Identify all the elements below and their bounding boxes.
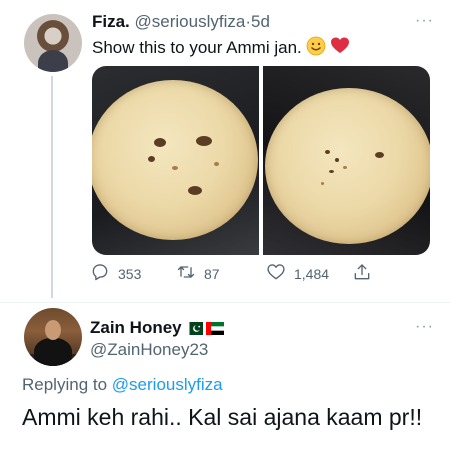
burn-spot — [214, 162, 219, 166]
like-button[interactable]: 1,484 — [266, 262, 329, 285]
burn-spot — [188, 186, 202, 195]
avatar[interactable] — [24, 14, 82, 72]
roti-photo-right[interactable] — [263, 66, 430, 255]
reply-count: 353 — [118, 265, 142, 282]
burn-spot — [375, 152, 384, 158]
reply-button[interactable]: 353 — [90, 262, 141, 285]
heart-icon — [266, 262, 286, 285]
reply-icon — [90, 262, 110, 285]
retweet-count: 87 — [204, 265, 220, 282]
burn-spot — [321, 182, 324, 185]
share-icon — [352, 262, 372, 285]
replying-to-handle-link[interactable]: @seriouslyfiza — [112, 375, 223, 394]
avatar-figure — [34, 338, 72, 366]
author-name[interactable]: Zain Honey — [90, 318, 182, 337]
burn-spot — [172, 166, 178, 170]
tweet-text: Show this to your Ammi jan. — [92, 36, 350, 61]
retweet-icon — [176, 262, 196, 285]
reply-author-name-row: Zain Honey — [90, 318, 224, 340]
avatar-face — [45, 320, 61, 340]
retweet-button[interactable]: 87 — [176, 262, 220, 285]
more-options-button[interactable]: ··· — [415, 12, 434, 30]
replying-to: Replying to @seriouslyfiza — [22, 375, 223, 395]
thread-connector-line — [51, 76, 53, 298]
red-heart-emoji-icon — [330, 36, 350, 61]
avatar[interactable] — [24, 308, 82, 366]
uae-flag-icon — [205, 320, 224, 340]
roti-photo-left[interactable] — [92, 66, 259, 255]
tweet-header: Fiza. @seriouslyfiza·5d — [92, 12, 270, 32]
reply-tweet-text: Ammi keh rahi.. Kal sai ajana kaam pr!! — [22, 404, 423, 430]
burn-spot — [154, 138, 166, 147]
burn-spot — [329, 170, 334, 173]
like-count: 1,484 — [294, 265, 330, 282]
replying-to-label: Replying to — [22, 375, 108, 394]
share-button[interactable] — [352, 262, 372, 285]
tweet-age[interactable]: 5d — [251, 12, 270, 31]
author-handle[interactable]: @ZainHoney23 — [90, 340, 208, 360]
smiling-face-emoji-icon — [306, 36, 326, 61]
burn-spot — [343, 166, 347, 169]
burn-spot — [325, 150, 330, 154]
author-name[interactable]: Fiza. — [92, 12, 130, 31]
tweet-actions: 353 87 1,484 — [90, 262, 390, 286]
tweet-thread: Fiza. @seriouslyfiza·5d ··· Show this to… — [0, 0, 450, 450]
roti-image — [265, 88, 430, 244]
tweet-media[interactable] — [92, 66, 430, 255]
tweet-text-content: Show this to your Ammi jan. — [92, 38, 302, 57]
burn-spot — [335, 158, 339, 162]
avatar-figure — [38, 50, 68, 72]
burn-spot — [148, 156, 155, 162]
pakistan-flag-icon — [184, 320, 203, 340]
tweet-divider — [0, 302, 450, 303]
author-handle[interactable]: @seriouslyfiza — [135, 12, 246, 31]
more-options-button[interactable]: ··· — [415, 318, 434, 336]
roti-image — [92, 80, 258, 240]
burn-spot — [196, 136, 212, 146]
